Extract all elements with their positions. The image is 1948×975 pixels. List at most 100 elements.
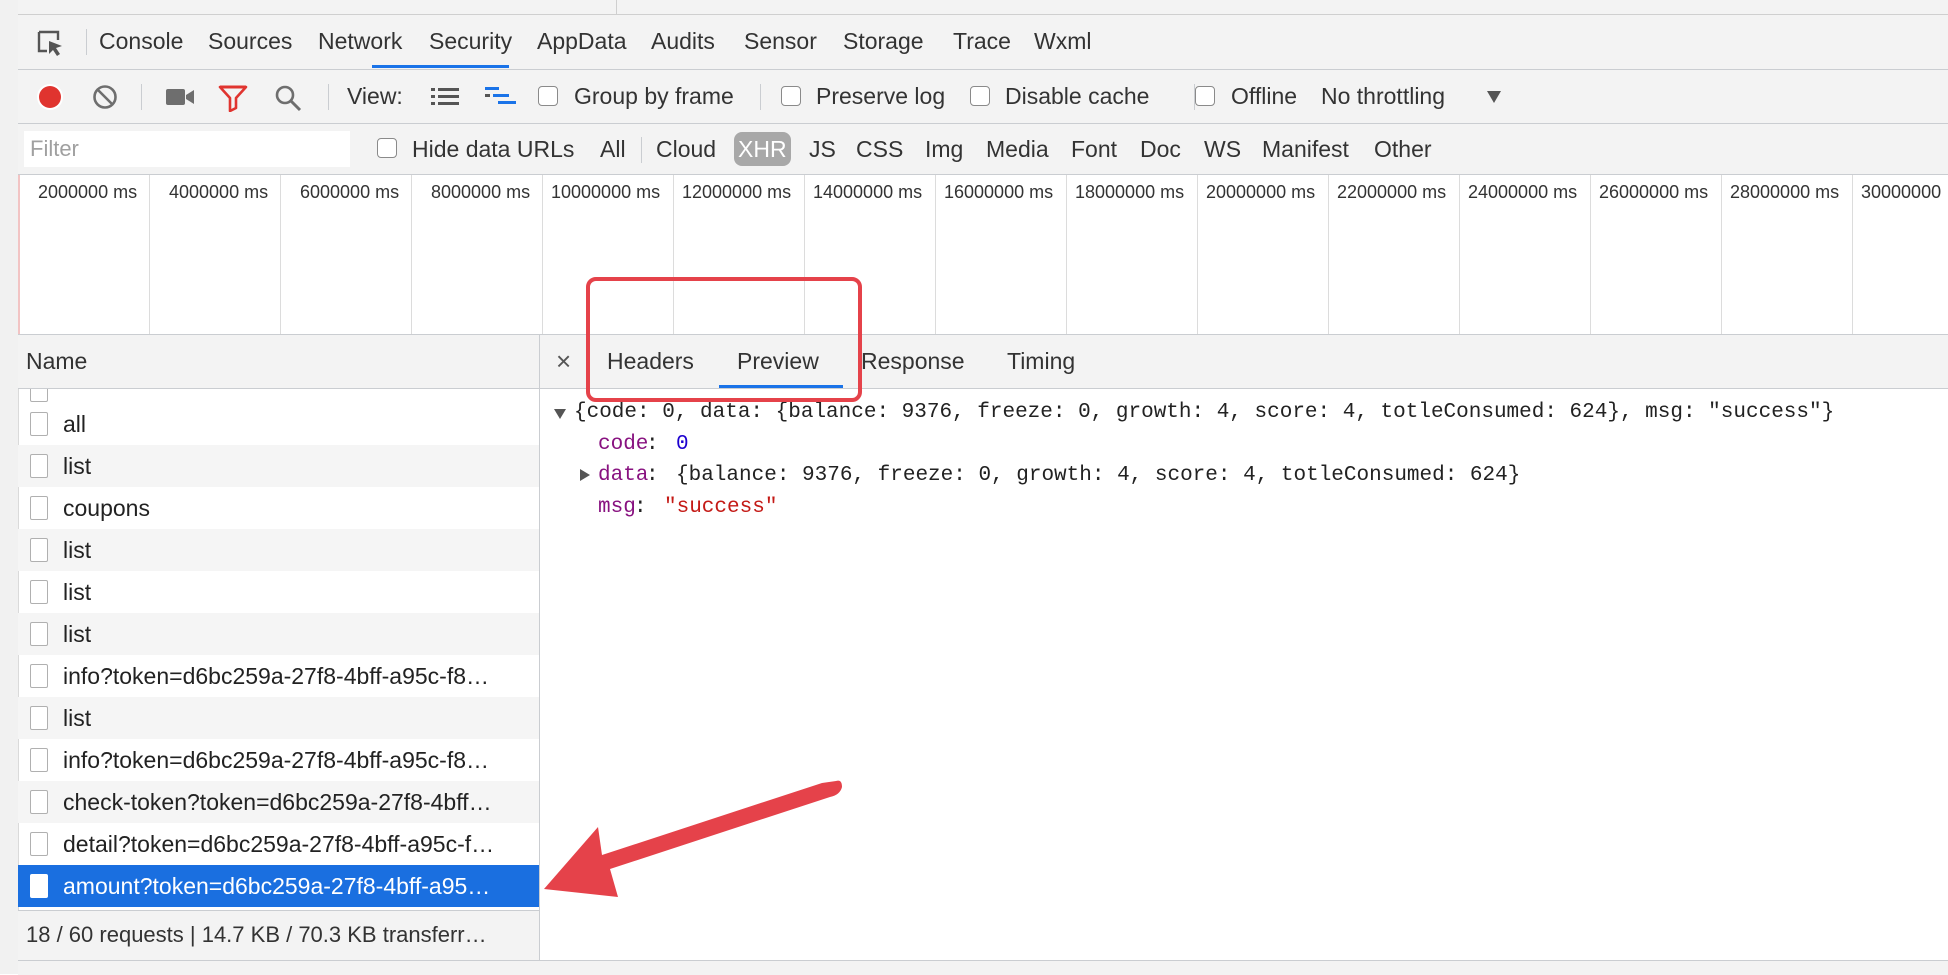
timeline-gridline: [1066, 175, 1067, 334]
type-filter-cloud[interactable]: Cloud: [656, 132, 716, 166]
list-item[interactable]: all: [18, 403, 539, 445]
list-item[interactable]: list: [18, 529, 539, 571]
file-icon: [30, 496, 48, 520]
record-icon[interactable]: [36, 83, 64, 111]
type-filter-font[interactable]: Font: [1071, 132, 1117, 166]
json-colon: :: [646, 433, 659, 456]
timeline-tick-label: 10000000 ms: [551, 182, 661, 202]
filter-input[interactable]: [24, 131, 350, 167]
filter-bar: Hide data URLs All Cloud XHR JS CSS Img …: [18, 124, 1948, 175]
tab-timing[interactable]: Timing: [1007, 335, 1075, 388]
list-item[interactable]: list: [18, 445, 539, 487]
tab-network[interactable]: Network: [318, 15, 402, 68]
divider: [328, 84, 329, 110]
request-name: info?token=d6bc259a-27f8-4bff-a95c-f8…: [63, 747, 490, 773]
list-item[interactable]: list: [18, 697, 539, 739]
capture-screenshots-icon[interactable]: [165, 86, 195, 108]
list-item[interactable]: detail?token=d6bc259a-27f8-4bff-a95c-f…: [18, 823, 539, 865]
clear-icon[interactable]: [92, 84, 118, 110]
waterfall-icon[interactable]: [484, 85, 518, 109]
type-filter-img[interactable]: Img: [925, 132, 963, 166]
offline-checkbox[interactable]: [1195, 86, 1215, 106]
timeline-tick-label: 14000000 ms: [813, 182, 923, 202]
tab-audits[interactable]: Audits: [651, 15, 715, 68]
filter-icon[interactable]: [218, 84, 248, 112]
tab-sensor[interactable]: Sensor: [744, 15, 817, 68]
list-item[interactable]: check-token?token=d6bc259a-27f8-4bff…: [18, 781, 539, 823]
name-column-label: Name: [26, 348, 88, 374]
top-remnant-bar: [18, 0, 1948, 15]
request-list[interactable]: all list coupons list list list info?tok…: [18, 389, 540, 910]
tab-appdata[interactable]: AppData: [537, 15, 627, 68]
list-item-selected[interactable]: amount?token=d6bc259a-27f8-4bff-a95…: [18, 865, 539, 907]
timeline-marker: [18, 175, 20, 334]
offline-label: Offline: [1231, 83, 1298, 109]
list-item[interactable]: list: [18, 613, 539, 655]
type-filter-all[interactable]: All: [600, 132, 626, 166]
request-name: check-token?token=d6bc259a-27f8-4bff…: [63, 789, 492, 815]
inspect-element-icon[interactable]: [36, 29, 64, 57]
group-by-frame-checkbox[interactable]: [538, 86, 558, 106]
timeline-tick-label: 20000000 ms: [1206, 182, 1316, 202]
tab-wxml[interactable]: Wxml: [1034, 15, 1091, 68]
timeline-gridline: [1721, 175, 1722, 334]
timeline-tick-label: 22000000 ms: [1337, 182, 1447, 202]
request-name: list: [63, 705, 92, 731]
tab-sources[interactable]: Sources: [208, 15, 292, 68]
timeline-gridline: [149, 175, 150, 334]
type-filter-doc[interactable]: Doc: [1140, 132, 1181, 166]
name-column-header[interactable]: Name: [18, 335, 540, 389]
list-item[interactable]: info?token=d6bc259a-27f8-4bff-a95c-f8…: [18, 739, 539, 781]
list-item[interactable]: coupons: [18, 487, 539, 529]
type-filter-manifest[interactable]: Manifest: [1262, 132, 1349, 166]
request-name: info?token=d6bc259a-27f8-4bff-a95c-f8…: [63, 663, 490, 689]
request-name: all: [63, 411, 87, 437]
left-gutter: [0, 0, 19, 974]
chevron-down-icon[interactable]: [1486, 90, 1502, 104]
preserve-log-checkbox[interactable]: [781, 86, 801, 106]
file-icon: [30, 664, 48, 688]
tab-trace[interactable]: Trace: [953, 15, 1011, 68]
type-filter-media[interactable]: Media: [986, 132, 1049, 166]
search-icon[interactable]: [274, 84, 302, 112]
tab-console[interactable]: Console: [99, 15, 183, 68]
type-filter-ws[interactable]: WS: [1204, 132, 1241, 166]
tab-response[interactable]: Response: [861, 335, 965, 388]
file-icon: [30, 706, 48, 730]
request-name: coupons: [63, 495, 150, 521]
timeline-tick-label: 12000000 ms: [682, 182, 792, 202]
request-name: list: [63, 537, 92, 563]
file-icon: [30, 580, 48, 604]
file-icon: [30, 412, 48, 436]
divider: [760, 84, 761, 110]
close-icon[interactable]: ×: [556, 335, 571, 388]
preserve-log-label: Preserve log: [816, 83, 946, 109]
type-filter-js[interactable]: JS: [809, 132, 836, 166]
json-value-msg: "success": [664, 496, 778, 519]
type-filter-xhr[interactable]: XHR: [734, 132, 791, 166]
highlight-box-annotation: [586, 277, 862, 402]
json-key-msg: msg: [598, 496, 636, 519]
disable-cache-checkbox[interactable]: [970, 86, 990, 106]
timeline-tick-label: 4000000 ms: [169, 182, 269, 202]
collapsed-triangle-icon[interactable]: [580, 469, 590, 481]
list-item[interactable]: info?token=d6bc259a-27f8-4bff-a95c-f8…: [18, 655, 539, 697]
large-rows-icon[interactable]: [430, 85, 460, 109]
timeline-tick-label: 26000000 ms: [1599, 182, 1709, 202]
timeline-gridline: [411, 175, 412, 334]
file-icon: [30, 790, 48, 814]
timeline-tick-label: 16000000 ms: [944, 182, 1054, 202]
expanded-triangle-icon[interactable]: [554, 409, 566, 419]
type-filter-other[interactable]: Other: [1374, 132, 1432, 166]
list-item[interactable]: list: [18, 571, 539, 613]
devtools-tab-bar: Console Sources Network Security AppData…: [18, 15, 1948, 70]
timeline-overview[interactable]: 2000000 ms 4000000 ms 6000000 ms 8000000…: [18, 175, 1948, 335]
tab-security[interactable]: Security: [429, 15, 512, 68]
tab-storage[interactable]: Storage: [843, 15, 924, 68]
hide-data-urls-checkbox[interactable]: [377, 138, 397, 158]
json-summary: {code: 0, data: {balance: 9376, freeze: …: [574, 401, 1835, 424]
json-colon: :: [634, 496, 647, 519]
red-arrow-annotation: [544, 780, 842, 897]
throttling-select[interactable]: No throttling: [1321, 70, 1445, 123]
type-filter-css[interactable]: CSS: [856, 132, 903, 166]
